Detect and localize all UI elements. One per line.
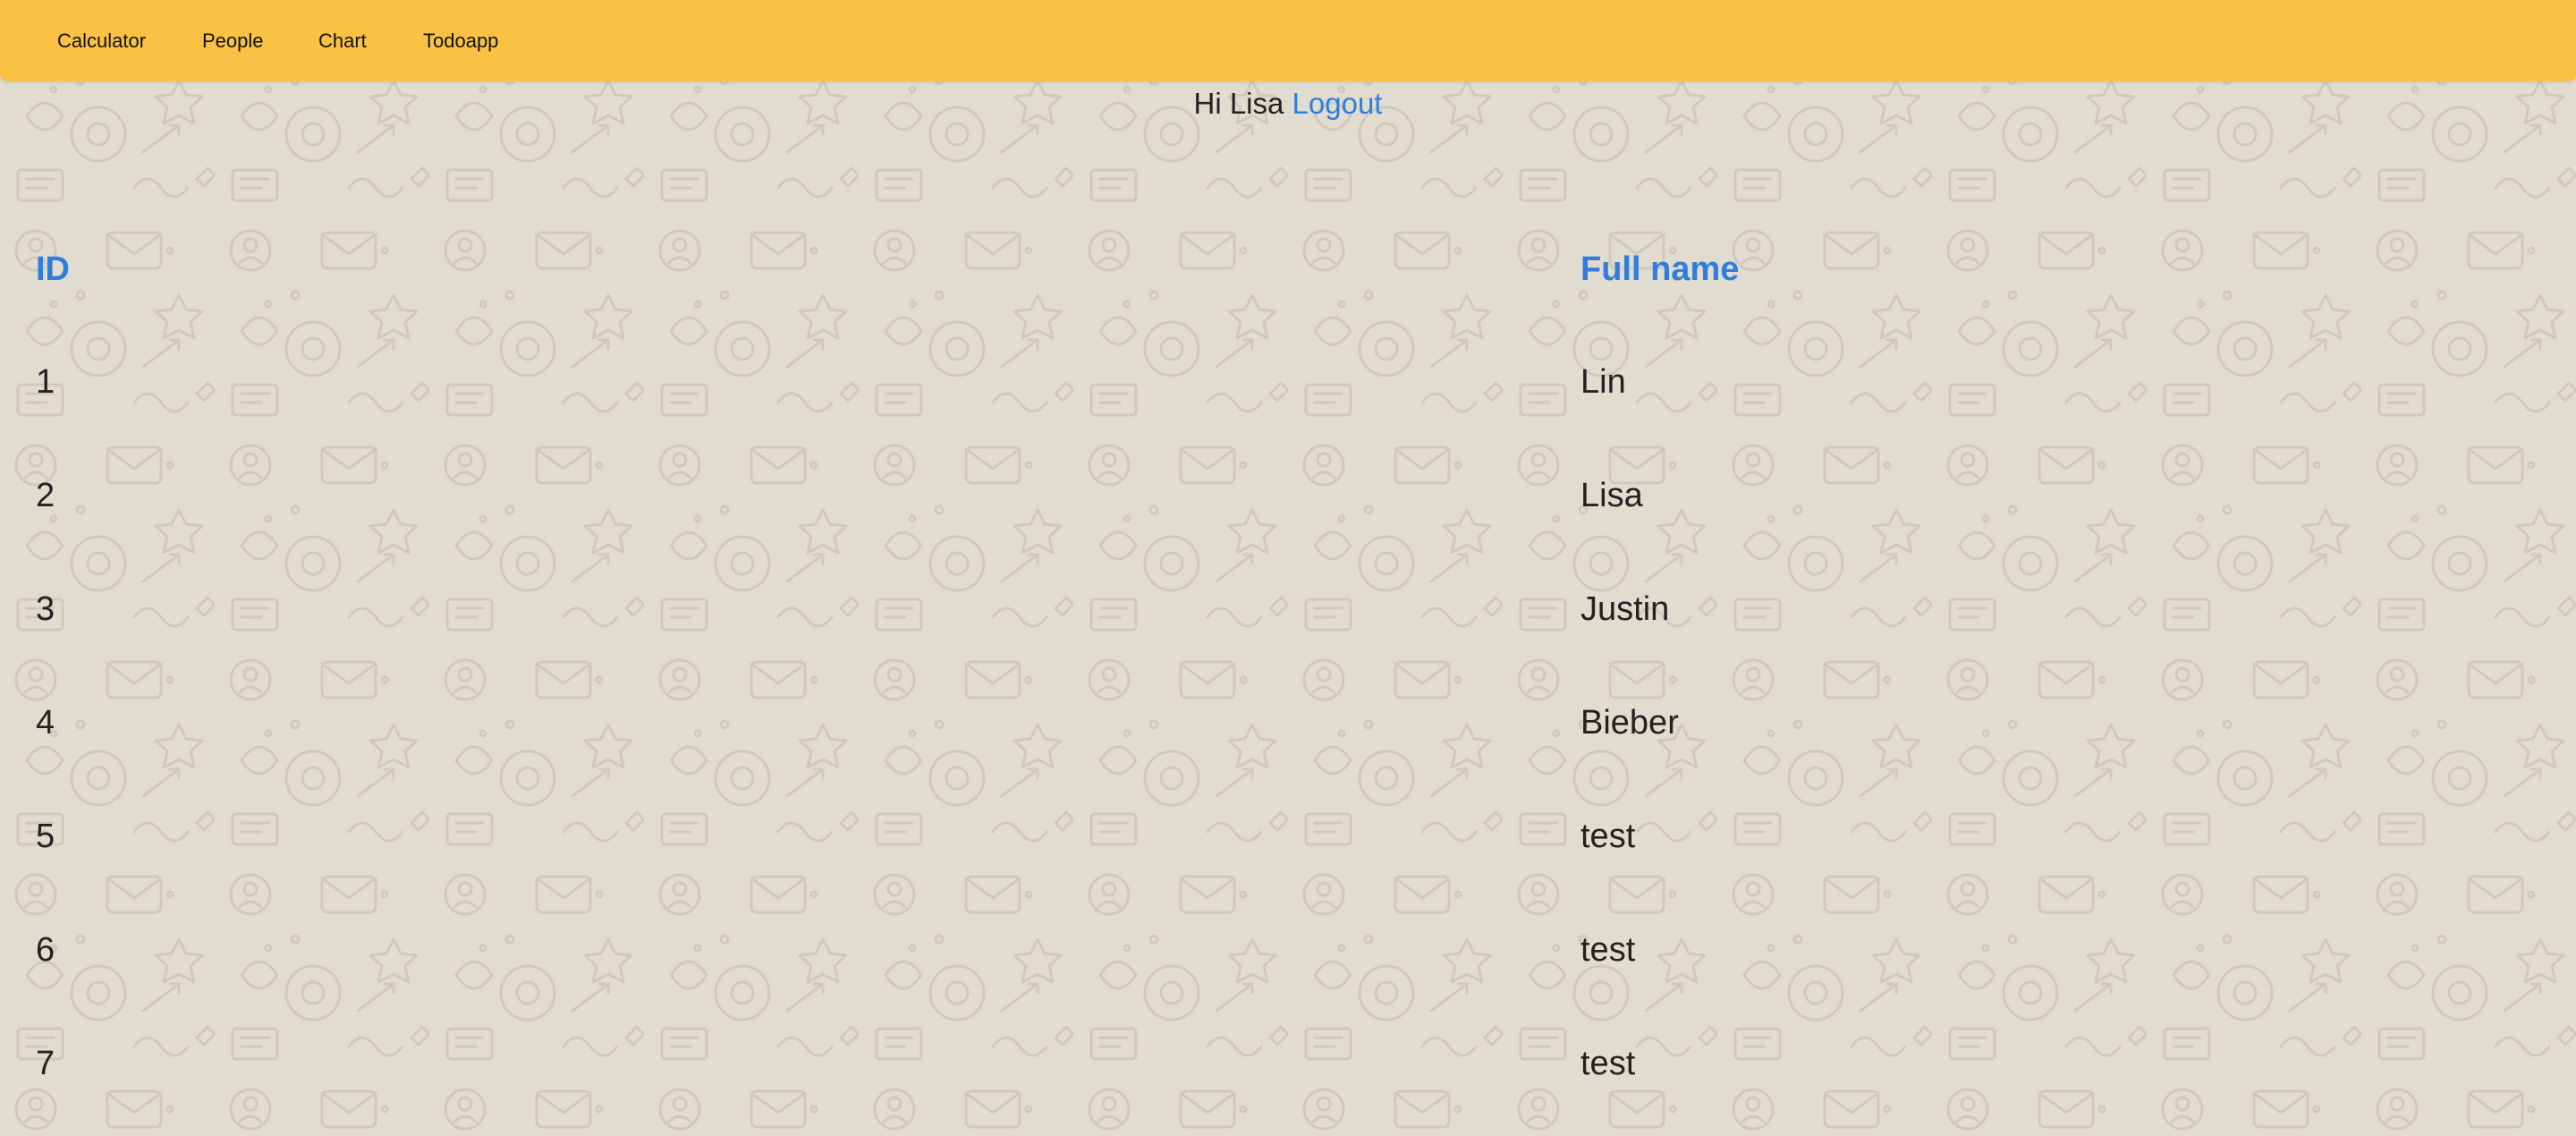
cell-id: 4 — [36, 704, 55, 742]
background-pattern — [0, 0, 2576, 1136]
column-header-id: ID — [36, 250, 70, 288]
cell-full-name: test — [1580, 1045, 1636, 1082]
cell-full-name: Justin — [1580, 590, 1670, 628]
cell-id: 3 — [36, 590, 55, 628]
nav-chart[interactable]: Chart — [318, 0, 367, 81]
logout-link[interactable]: Logout — [1292, 87, 1383, 120]
cell-full-name: Lisa — [1580, 477, 1643, 514]
nav-people[interactable]: People — [202, 0, 264, 81]
cell-full-name: test — [1580, 818, 1636, 855]
column-header-full-name: Full name — [1580, 250, 1740, 288]
greeting-text: Hi Lisa — [1193, 87, 1284, 120]
cell-id: 5 — [36, 818, 55, 855]
cell-id: 1 — [36, 363, 55, 401]
cell-id: 6 — [36, 931, 55, 969]
user-greeting: Hi Lisa Logout — [0, 82, 2576, 125]
nav-todoapp[interactable]: Todoapp — [423, 0, 498, 81]
nav-calculator[interactable]: Calculator — [57, 0, 146, 81]
cell-id: 7 — [36, 1045, 55, 1082]
cell-full-name: Lin — [1580, 363, 1626, 401]
cell-full-name: test — [1580, 931, 1636, 969]
top-navbar: Calculator People Chart Todoapp — [0, 0, 2576, 81]
cell-full-name: Bieber — [1580, 704, 1679, 742]
cell-id: 2 — [36, 477, 55, 514]
